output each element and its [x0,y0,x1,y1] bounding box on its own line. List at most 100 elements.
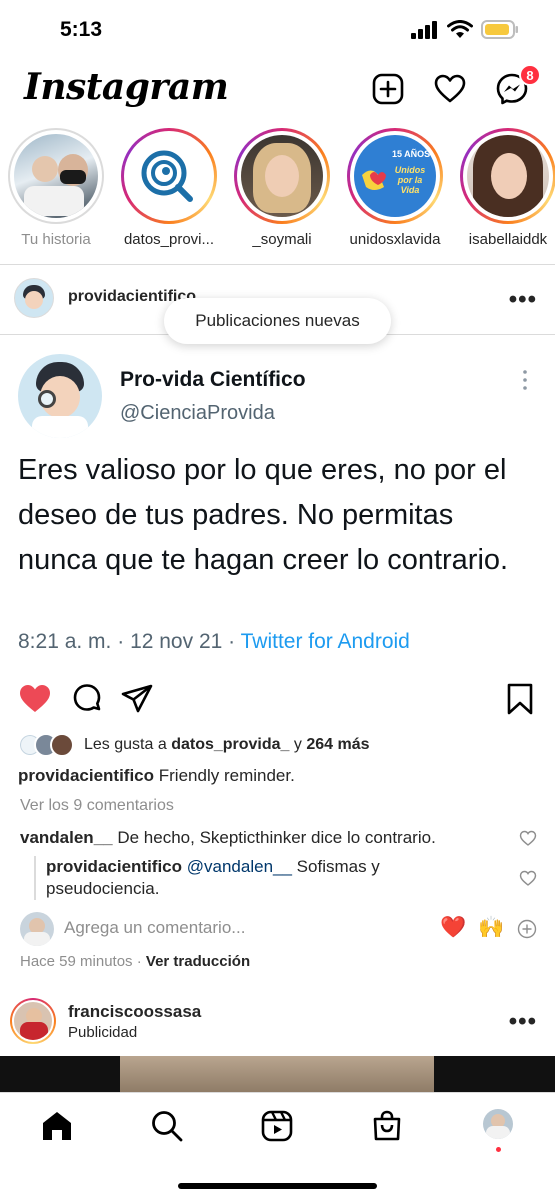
likes-summary[interactable]: Les gusta a datos_provida_ y 264 más [18,732,370,758]
likes-count[interactable]: 264 más [306,736,369,754]
comment-like-icon[interactable] [519,829,537,847]
ad-media[interactable] [0,1056,555,1092]
post-actions [0,682,555,722]
avatar [241,135,323,217]
plus-circle-icon[interactable] [517,919,537,939]
caption-text: Friendly reminder. [158,766,295,785]
see-translation-link[interactable]: Ver traducción [146,953,250,970]
avatar [128,135,210,217]
avatar: 15 AÑOS Unidos por la Vida [354,135,436,217]
story-ring [234,128,330,224]
story-datos-provida[interactable]: datos_provi... [119,128,219,248]
avatar [467,135,549,217]
nav-home-button[interactable] [40,1109,74,1143]
status-bar: 5:13 [0,0,555,60]
new-post-button[interactable] [371,72,407,108]
embryo-logo-icon [141,150,193,202]
wifi-icon [447,20,473,38]
divider [0,264,555,265]
tweet-author-name: Pro-vida Científico [120,368,306,391]
ad-username[interactable]: franciscoossasa [68,1002,201,1022]
likes-prefix: Les gusta a [84,736,167,753]
story-ring: 15 AÑOS Unidos por la Vida [347,128,443,224]
reply-thread-line [34,856,36,900]
post-time-row: Hace 59 minutos · Ver traducción [20,953,250,970]
caption-user[interactable]: providacientifico [18,766,154,785]
nav-search-button[interactable] [150,1109,184,1143]
reels-icon [261,1110,293,1142]
separator: · [117,630,131,653]
ad-sponsored-label: Publicidad [68,1024,138,1041]
story-badge-text: 15 AÑOS [392,149,431,159]
nav-shop-button[interactable] [370,1109,404,1143]
ad-media-image [120,1056,434,1092]
tweet-time: 8:21 a. m. [18,630,112,653]
status-time: 5:13 [60,18,103,41]
reply-mention[interactable]: @vandalen__ [187,857,292,876]
share-button[interactable] [120,682,154,716]
avatar[interactable] [14,278,54,318]
avatar [20,912,54,946]
story-ring [8,128,104,224]
activity-button[interactable] [433,72,469,108]
tweet-author-handle: @CienciaProvida [120,402,275,424]
heart-filled-icon [20,685,50,712]
story-label: datos_provi... [123,231,215,248]
liker-avatars [18,733,78,757]
more-options-icon[interactable]: ••• [509,286,537,314]
tweet-text: Eres valioso por lo que eres, no por el … [18,454,509,576]
post-caption: providacientifico Friendly reminder. [18,766,295,786]
tweet-source: Twitter for Android [240,630,410,653]
like-button[interactable] [18,682,52,716]
top-bar: Instagram 8 [0,62,555,120]
search-icon [152,1111,183,1142]
red-heart-emoji-button[interactable]: ❤️ [440,916,466,940]
comment-user[interactable]: vandalen__ [20,828,113,847]
new-posts-button[interactable]: Publicaciones nuevas [164,298,391,344]
signal-icon [411,20,437,39]
send-icon [121,684,153,713]
story-label: unidosxlavida [349,231,441,248]
separator: · [228,630,241,653]
post-media-tweet[interactable]: Pro-vida Científico @CienciaProvida Eres… [0,336,555,666]
avatar [50,733,74,757]
story-soymali[interactable]: _soymali [232,128,332,248]
add-comment-input[interactable] [64,918,364,938]
nav-reels-button[interactable] [260,1109,294,1143]
top-actions: 8 [371,64,541,108]
tweet-meta: 8:21 a. m. · 12 nov 21 · Twitter for And… [18,630,410,654]
tweet-kebab-icon [523,370,527,390]
ad-avatar[interactable] [10,998,56,1044]
view-all-comments-link[interactable]: Ver los 9 comentarios [20,797,174,815]
tweet-avatar [18,354,102,438]
bookmark-icon [507,683,533,715]
reply-comment: providacientifico @vandalen__ Sofismas y… [46,856,466,900]
home-indicator [178,1183,377,1189]
story-label: isabellaiddk [468,231,548,248]
raising-hands-emoji-button[interactable]: 🙌 [478,916,504,940]
story-own[interactable]: Tu historia [6,128,106,248]
story-isabellaiddk[interactable]: isabellaiddk [458,128,555,248]
story-badge-sub: Unidos por la Vida [394,165,426,195]
heart-icon [434,74,466,103]
separator: · [136,953,146,970]
likes-user[interactable]: datos_provida_ [171,736,289,754]
reply-user[interactable]: providacientifico [46,857,182,876]
story-unidosxlavida[interactable]: 15 AÑOS Unidos por la Vida unidosxlavida [345,128,445,248]
comment-button[interactable] [70,682,104,716]
messages-badge: 8 [519,64,541,86]
add-comment-row: ❤️ 🙌 [0,912,555,948]
story-label: _soymali [252,231,312,248]
save-button[interactable] [505,682,539,716]
more-options-icon[interactable]: ••• [509,1008,537,1036]
profile-notification-dot [496,1147,501,1152]
story-ring [460,128,555,224]
story-label: Tu historia [21,231,91,248]
comment: vandalen__ De hecho, Skepticthinker dice… [20,828,436,848]
nav-profile-button[interactable] [483,1109,513,1139]
reply-like-icon[interactable] [519,869,537,887]
stories-tray: Tu historia datos_provi... _soymali 15 A… [0,128,555,260]
instagram-logo[interactable]: Instagram [24,66,229,108]
messenger-button[interactable]: 8 [495,64,541,108]
plus-square-icon [372,73,404,105]
